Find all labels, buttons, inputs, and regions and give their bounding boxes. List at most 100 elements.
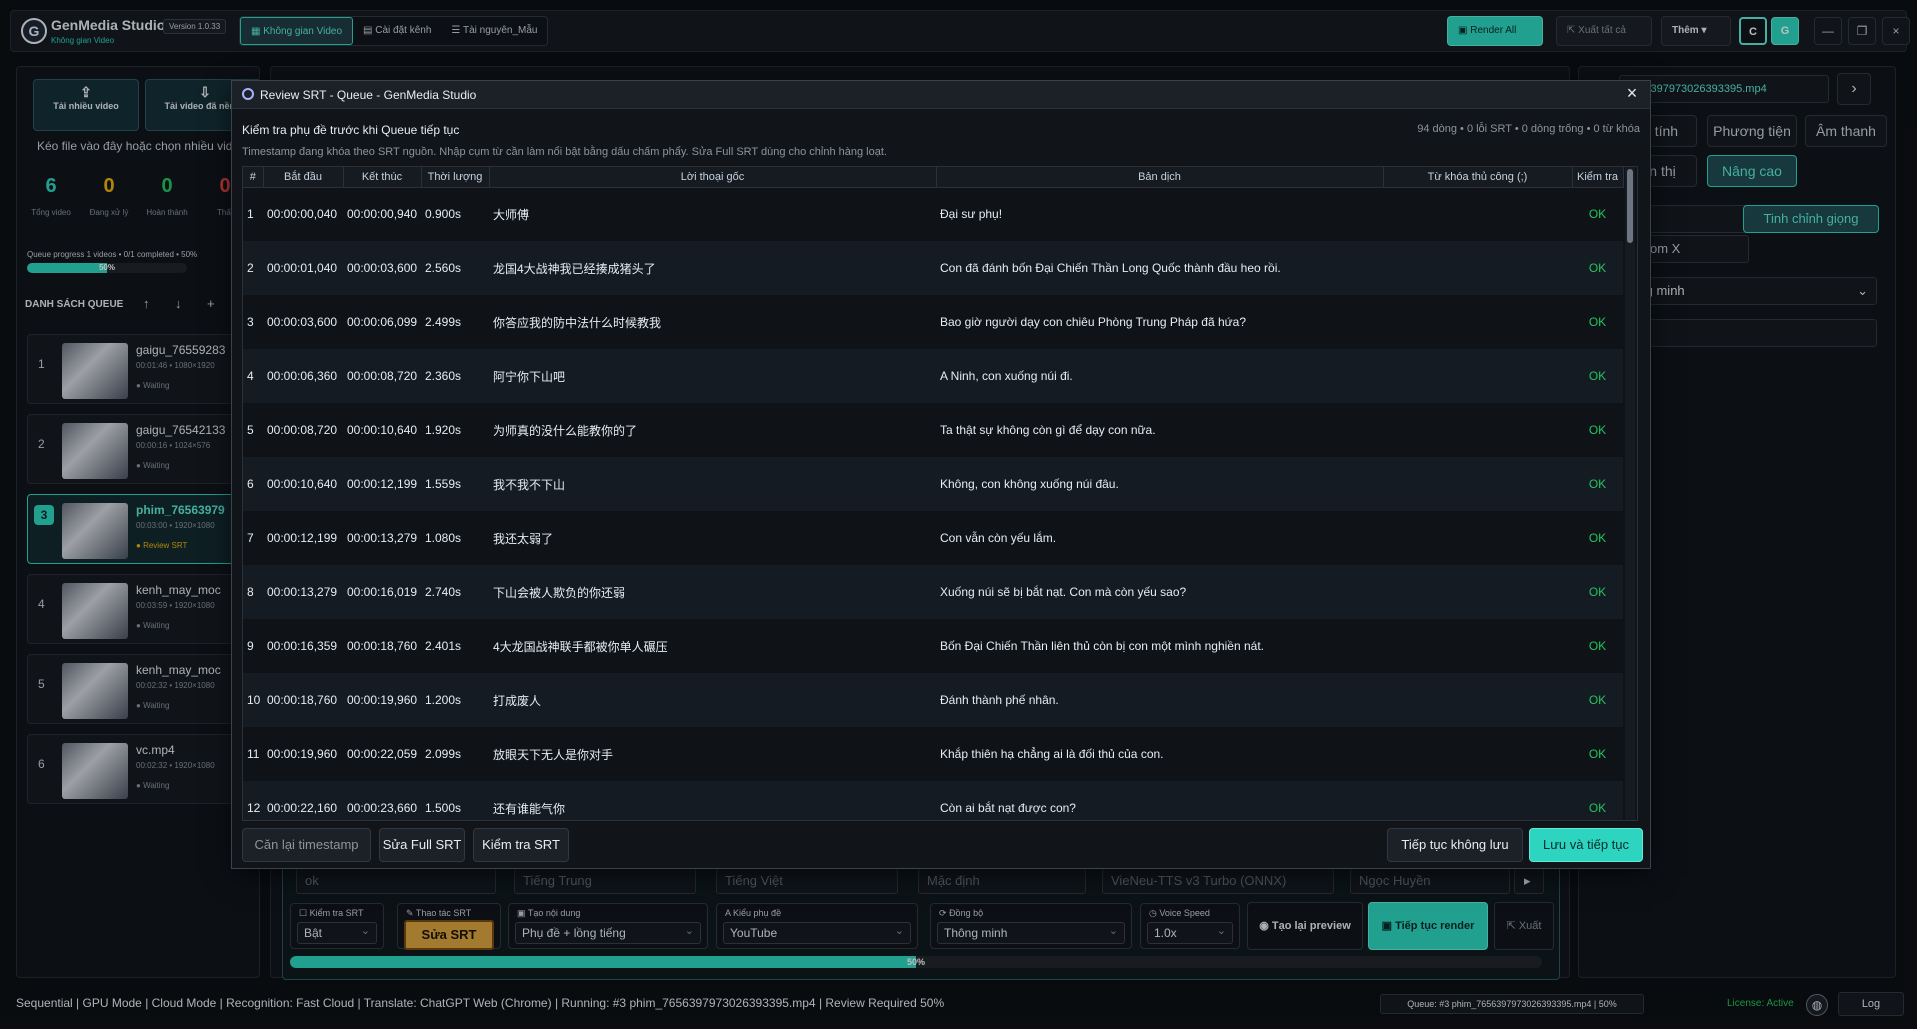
cell-duration: 1.200s	[421, 673, 489, 727]
table-row[interactable]: 3 00:00:03,600 00:00:06,099 2.499s 你答应我的防中法什…	[243, 295, 1623, 349]
cell-keywords[interactable]	[1383, 673, 1572, 727]
cell-translation[interactable]: Không, con không xuống núi đâu.	[936, 457, 1383, 511]
table-row[interactable]: 4 00:00:06,360 00:00:08,720 2.360s 阿宁你下山吧 A N…	[243, 349, 1623, 403]
table-row[interactable]: 1 00:00:00,040 00:00:00,940 0.900s 大师傅 Đại sư…	[243, 187, 1623, 241]
cell-duration: 1.080s	[421, 511, 489, 565]
cell-translation[interactable]: Xuống núi sẽ bị bắt nạt. Con mà còn yếu …	[936, 565, 1383, 619]
dialog-heading: Kiểm tra phụ đề trước khi Queue tiếp tục	[242, 123, 460, 137]
cell-translation[interactable]: A Ninh, con xuống núi đi.	[936, 349, 1383, 403]
cell-duration: 2.099s	[421, 727, 489, 781]
close-dialog-button[interactable]: ×	[1622, 83, 1642, 104]
cell-end: 00:00:00,940	[343, 187, 421, 241]
cell-index: 2	[243, 241, 263, 295]
table-row[interactable]: 5 00:00:08,720 00:00:10,640 1.920s 为师真的没什么能教…	[243, 403, 1623, 457]
realign-timestamp-button[interactable]: Căn lại timestamp	[242, 828, 371, 862]
cell-end: 00:00:08,720	[343, 349, 421, 403]
cell-index: 6	[243, 457, 263, 511]
table-row[interactable]: 9 00:00:16,359 00:00:18,760 2.401s 4大龙国战神联手都…	[243, 619, 1623, 673]
cell-index: 3	[243, 295, 263, 349]
cell-end: 00:00:18,760	[343, 619, 421, 673]
col-check: Kiểm tra	[1572, 167, 1624, 188]
cell-translation[interactable]: Bao giờ người dạy con chiêu Phòng Trung …	[936, 295, 1383, 349]
app-window: G GenMedia Studio Không gian Video Versi…	[0, 0, 1917, 1029]
cell-original: 我不我不下山	[489, 457, 936, 511]
table-row[interactable]: 8 00:00:13,279 00:00:16,019 2.740s 下山会被人欺负的你…	[243, 565, 1623, 619]
cell-translation[interactable]: Bốn Đại Chiến Thần liên thủ còn bị con m…	[936, 619, 1383, 673]
table-row[interactable]: 12 00:00:22,160 00:00:23,660 1.500s 还有谁能气你 Cò…	[243, 781, 1623, 820]
table-row[interactable]: 7 00:00:12,199 00:00:13,279 1.080s 我还太弱了 Con …	[243, 511, 1623, 565]
cell-translation[interactable]: Con vẫn còn yếu lắm.	[936, 511, 1383, 565]
save-and-continue-button[interactable]: Lưu và tiếp tục	[1529, 828, 1643, 862]
check-srt-button[interactable]: Kiểm tra SRT	[473, 828, 569, 862]
cell-index: 9	[243, 619, 263, 673]
cell-original: 龙国4大战神我已经揍成猪头了	[489, 241, 936, 295]
cell-start: 00:00:03,600	[263, 295, 343, 349]
cell-original: 下山会被人欺负的你还弱	[489, 565, 936, 619]
cell-keywords[interactable]	[1383, 295, 1572, 349]
cell-end: 00:00:06,099	[343, 295, 421, 349]
cell-duration: 0.900s	[421, 187, 489, 241]
cell-duration: 2.740s	[421, 565, 489, 619]
cell-end: 00:00:23,660	[343, 781, 421, 820]
cell-duration: 1.920s	[421, 403, 489, 457]
cell-keywords[interactable]	[1383, 781, 1572, 820]
cell-keywords[interactable]	[1383, 241, 1572, 295]
cell-translation[interactable]: Con đã đánh bốn Đại Chiến Thần Long Quốc…	[936, 241, 1383, 295]
cell-original: 我还太弱了	[489, 511, 936, 565]
continue-without-save-button[interactable]: Tiếp tục không lưu	[1387, 828, 1523, 862]
cell-original: 阿宁你下山吧	[489, 349, 936, 403]
col-translation: Bản dịch	[936, 167, 1384, 188]
col-original: Lời thoại gốc	[489, 167, 937, 188]
cell-keywords[interactable]	[1383, 187, 1572, 241]
cell-original: 你答应我的防中法什么时候教我	[489, 295, 936, 349]
cell-keywords[interactable]	[1383, 457, 1572, 511]
col-end: Kết thúc	[343, 167, 422, 188]
app-icon	[242, 88, 254, 100]
cell-keywords[interactable]	[1383, 619, 1572, 673]
cell-translation[interactable]: Ta thật sự không còn gì để dạy con nữa.	[936, 403, 1383, 457]
cell-start: 00:00:13,279	[263, 565, 343, 619]
cell-translation[interactable]: Khắp thiên hạ chẳng ai là đối thủ của co…	[936, 727, 1383, 781]
cell-keywords[interactable]	[1383, 565, 1572, 619]
table-row[interactable]: 10 00:00:18,760 00:00:19,960 1.200s 打成废人 Đánh…	[243, 673, 1623, 727]
cell-start: 00:00:10,640	[263, 457, 343, 511]
col-keywords: Từ khóa thủ công (;)	[1383, 167, 1573, 188]
cell-end: 00:00:19,960	[343, 673, 421, 727]
scrollbar-thumb[interactable]	[1627, 169, 1633, 243]
cell-keywords[interactable]	[1383, 349, 1572, 403]
cell-check: OK	[1572, 673, 1623, 727]
cell-original: 为师真的没什么能教你的了	[489, 403, 936, 457]
cell-original: 还有谁能气你	[489, 781, 936, 820]
cell-duration: 2.499s	[421, 295, 489, 349]
cell-end: 00:00:16,019	[343, 565, 421, 619]
table-row[interactable]: 2 00:00:01,040 00:00:03,600 2.560s 龙国4大战神我已经…	[243, 241, 1623, 295]
cell-keywords[interactable]	[1383, 727, 1572, 781]
edit-full-srt-button[interactable]: Sửa Full SRT	[379, 828, 465, 862]
cell-index: 10	[243, 673, 263, 727]
cell-end: 00:00:22,059	[343, 727, 421, 781]
dialog-title: Review SRT - Queue - GenMedia Studio	[260, 88, 477, 102]
dialog-titlebar: Review SRT - Queue - GenMedia Studio ×	[232, 81, 1650, 109]
cell-original: 放眼天下无人是你对手	[489, 727, 936, 781]
cell-check: OK	[1572, 349, 1623, 403]
cell-translation[interactable]: Đại sư phụ!	[936, 187, 1383, 241]
table-row[interactable]: 11 00:00:19,960 00:00:22,059 2.099s 放眼天下无人是你…	[243, 727, 1623, 781]
srt-table: # Bắt đầu Kết thúc Thời lượng Lời thoại …	[242, 166, 1638, 821]
cell-translation[interactable]: Còn ai bắt nạt được con?	[936, 781, 1383, 820]
cell-end: 00:00:03,600	[343, 241, 421, 295]
cell-start: 00:00:22,160	[263, 781, 343, 820]
dialog-note: Timestamp đang khóa theo SRT nguồn. Nhập…	[242, 146, 887, 158]
cell-keywords[interactable]	[1383, 403, 1572, 457]
table-row[interactable]: 6 00:00:10,640 00:00:12,199 1.559s 我不我不下山 Khô…	[243, 457, 1623, 511]
col-duration: Thời lượng	[421, 167, 490, 188]
cell-check: OK	[1572, 295, 1623, 349]
cell-keywords[interactable]	[1383, 511, 1572, 565]
table-scrollbar[interactable]	[1625, 167, 1635, 820]
col-start: Bắt đầu	[263, 167, 344, 188]
cell-index: 4	[243, 349, 263, 403]
cell-translation[interactable]: Đánh thành phế nhân.	[936, 673, 1383, 727]
cell-end: 00:00:13,279	[343, 511, 421, 565]
cell-check: OK	[1572, 565, 1623, 619]
cell-duration: 2.360s	[421, 349, 489, 403]
table-header: # Bắt đầu Kết thúc Thời lượng Lời thoại …	[243, 167, 1624, 188]
